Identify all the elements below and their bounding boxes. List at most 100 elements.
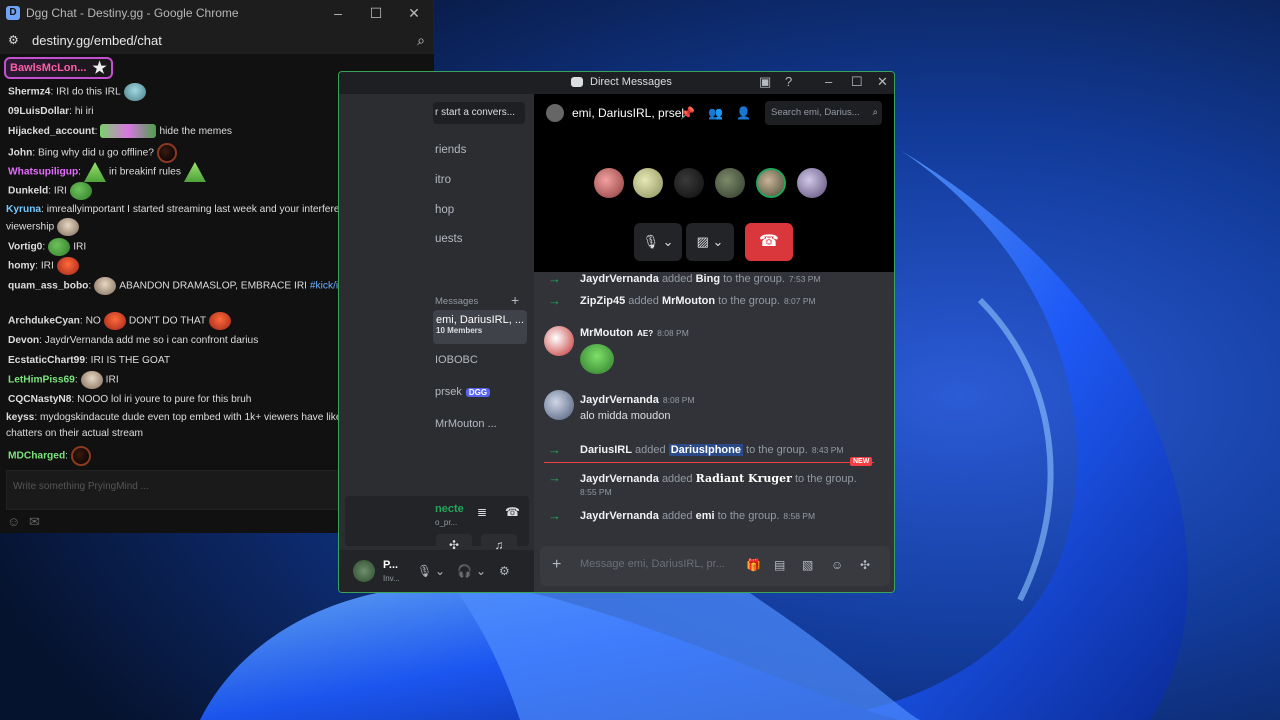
inbox-icon[interactable]: ▣ [759, 74, 771, 90]
emote-icon [94, 277, 117, 295]
dgg-logo-icon: D [6, 6, 20, 20]
chat-text: : JaydrVernanda add me so i can confront… [39, 335, 259, 346]
add-friends-icon[interactable]: 👥 [708, 106, 723, 120]
dm-item[interactable]: prsek DGG [435, 386, 491, 398]
avatar[interactable] [353, 560, 375, 582]
sidebar-item-friends[interactable]: riends [435, 144, 466, 156]
create-dm-button[interactable]: + [511, 292, 519, 308]
mic-icon[interactable]: 🎙 [417, 564, 432, 578]
camera-button[interactable]: ▨ ⌄ [686, 223, 734, 261]
emote-icon [209, 312, 232, 330]
participant-avatar[interactable] [674, 168, 704, 198]
system-message: JaydrVernanda added emi to the group. 8:5… [580, 510, 816, 522]
close-button[interactable]: ✕ [395, 0, 433, 26]
emote-icon [80, 371, 103, 389]
chat-user[interactable]: Kyruna [6, 204, 41, 215]
participant-avatar[interactable] [756, 168, 786, 198]
url-text[interactable]: destiny.gg/embed/chat [32, 33, 417, 48]
hangup-button[interactable]: ☎ [745, 223, 793, 261]
message-author[interactable]: MrMouton [580, 327, 633, 339]
search-input[interactable]: Search emi, Darius... ⌕ [765, 101, 882, 125]
dm-title-text[interactable]: emi, DariusIRL, prsel [572, 106, 684, 120]
site-info-icon[interactable]: ⚙ [8, 33, 22, 47]
dm-item[interactable]: MrMouton ... [435, 418, 497, 430]
gear-icon[interactable]: ⚙ [499, 564, 510, 578]
participant-avatar[interactable] [715, 168, 745, 198]
chevron-down-icon[interactable]: ⌄ [435, 564, 445, 578]
messages-list: → JaydrVernanda added Bing to the group.… [534, 271, 894, 542]
maximize-button[interactable]: ☐ [357, 0, 395, 26]
chat-user[interactable]: homy [8, 261, 35, 272]
chat-user[interactable]: ArchdukeCyan [8, 316, 80, 327]
mute-button[interactable]: 🎙 ⌄ [634, 223, 682, 261]
dm-item[interactable]: IOBOBC [435, 354, 478, 366]
chat-text-after: DON'T DO THAT [128, 315, 207, 327]
participant-avatar[interactable] [633, 168, 663, 198]
chat-user[interactable]: keyss [6, 412, 34, 423]
star-icon[interactable]: ★ [92, 58, 106, 78]
message-composer[interactable]: + Message emi, DariusIRL, pr... 🎁 ▤ ▧ ☺ … [540, 546, 890, 586]
chat-user[interactable]: Hijacked_account [8, 126, 95, 137]
chat-user[interactable]: Devon [8, 335, 39, 346]
discord-titlebar: Direct Messages ▣ ? – ☐ ✕ [339, 72, 894, 94]
message-input[interactable]: Message emi, DariusIRL, pr... [580, 558, 725, 570]
chat-user[interactable]: Dunkeld [8, 186, 48, 197]
help-icon[interactable]: ? [785, 74, 792, 89]
chat-text: : [94, 126, 98, 137]
emote-icon [48, 238, 71, 256]
sticker-icon[interactable]: ▧ [802, 558, 813, 572]
message-author[interactable]: JaydrVernanda [580, 394, 659, 406]
headset-icon[interactable]: 🎧 [457, 564, 472, 578]
pinned-user-flair[interactable]: BawlsMcLon... ★ [4, 57, 113, 79]
disconnect-icon[interactable]: ☎ [505, 505, 520, 519]
participant-avatar[interactable] [797, 168, 827, 198]
member-list-icon[interactable]: 👤 [736, 106, 751, 120]
message-time: 8:08 PM [662, 395, 695, 405]
emoji-icon[interactable]: ☺ [831, 558, 843, 572]
chat-user[interactable]: Vortig0 [8, 242, 42, 253]
sidebar-item-nitro[interactable]: itro [435, 174, 451, 186]
sidebar-item-shop[interactable]: hop [435, 204, 454, 216]
chat-user[interactable]: 09LuisDollar [8, 106, 69, 117]
address-bar[interactable]: ⚙ destiny.gg/embed/chat ⌕ [0, 26, 433, 54]
discord-maximize-button[interactable]: ☐ [851, 74, 863, 90]
avatar[interactable] [544, 390, 574, 420]
apps-icon[interactable]: ✣ [860, 558, 870, 572]
discord-main: emi, DariusIRL, prsel 📌 👥 👤 Search emi, … [534, 94, 894, 592]
chat-user[interactable]: Whatsupiligup [8, 167, 78, 178]
pin-icon[interactable]: 📌 [680, 106, 695, 120]
join-arrow-icon: → [548, 508, 561, 523]
sidebar-item-quests[interactable]: uests [435, 233, 463, 245]
whisper-icon[interactable]: ✉ [29, 515, 40, 529]
emote-menu-icon[interactable]: ☺ [7, 515, 20, 529]
chat-text-after: iri breakinf rules [109, 166, 181, 178]
chat-text: : NO [79, 315, 101, 327]
chat-user[interactable]: John [8, 148, 32, 159]
voice-activity-icon[interactable]: ≣ [477, 505, 487, 519]
chat-user[interactable]: Shermz4 [8, 87, 50, 98]
find-conversation-button[interactable]: r start a convers... [433, 102, 525, 124]
chat-user[interactable]: LetHimPiss69 [8, 375, 75, 386]
gif-icon[interactable]: ▤ [774, 558, 785, 572]
minimize-button[interactable]: – [319, 0, 357, 26]
discord-minimize-button[interactable]: – [825, 74, 832, 89]
chat-user[interactable]: MDCharged [8, 451, 65, 462]
avatar[interactable] [544, 326, 574, 356]
voice-channel[interactable]: o_pr... [435, 518, 457, 527]
emote-icon [57, 218, 80, 236]
user-status: Inv... [383, 574, 400, 583]
attach-plus-icon[interactable]: + [552, 556, 561, 574]
chat-text: : IRI IS THE GOAT [85, 355, 171, 366]
chat-user[interactable]: EcstaticChart99 [8, 355, 85, 366]
user-name[interactable]: P... [383, 559, 398, 571]
chat-user[interactable]: quam_ass_bobo [8, 281, 88, 292]
gift-icon[interactable]: 🎁 [746, 558, 761, 572]
dm-item-active[interactable]: emi, DariusIRL, ... 10 Members [433, 310, 527, 344]
discord-close-button[interactable]: ✕ [877, 74, 888, 90]
emote-icon [183, 162, 206, 182]
chat-user[interactable]: CQCNastyN8 [8, 394, 71, 405]
chevron-down-icon[interactable]: ⌄ [476, 564, 486, 578]
participant-avatar[interactable] [594, 168, 624, 198]
dm-title: emi, DariusIRL, prsel [546, 104, 684, 122]
zoom-icon[interactable]: ⌕ [417, 32, 425, 49]
